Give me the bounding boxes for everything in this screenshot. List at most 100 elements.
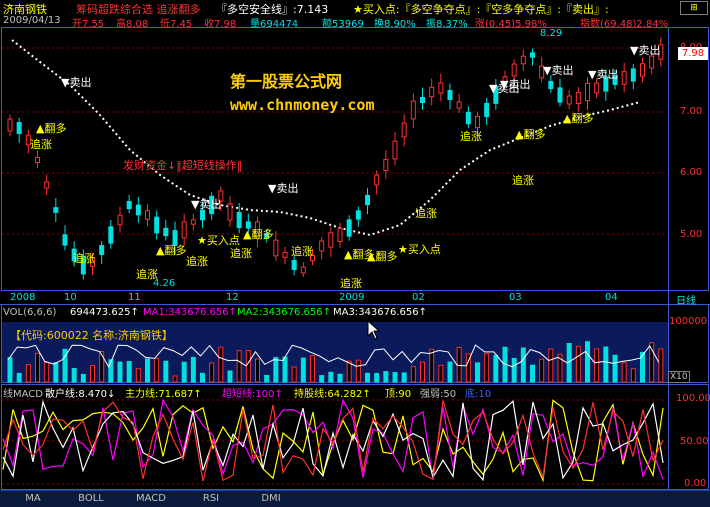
sell-signal: ▼卖出 (268, 182, 299, 195)
volume-bar (7, 357, 13, 383)
period-label[interactable]: 日线 (676, 292, 696, 307)
volume-ma2: MA2:343676.656↑ (237, 307, 332, 318)
candle-body (410, 100, 416, 120)
volume-bar (90, 365, 95, 383)
candle-body (438, 82, 444, 94)
volume-bar (603, 346, 609, 383)
tab-dmi[interactable]: DMI (242, 492, 300, 506)
candle-body (365, 194, 370, 206)
candle-body (145, 210, 150, 220)
candle-body (62, 234, 68, 246)
date-axis-label: 03 (509, 292, 522, 303)
candle-body (355, 210, 361, 220)
volume-bar (53, 362, 59, 383)
flip-long-signal: ▲翻多 (156, 244, 187, 257)
candle-body (190, 219, 196, 225)
flip-long-signal: ▲翻多 (563, 112, 594, 125)
strong-weak-value: 强弱:50 (420, 389, 457, 400)
chase-signal: 追涨 (291, 245, 313, 258)
date-axis-label: 04 (605, 292, 618, 303)
volume-bar (410, 366, 416, 383)
candle-body (484, 102, 490, 118)
sell-signal: ▼卖出 (630, 44, 661, 57)
volume-bar (255, 358, 260, 383)
volume-bar (282, 356, 288, 383)
volume-bar (658, 348, 664, 383)
volume-title: VOL(6,6,6) (3, 307, 57, 318)
volume-bar (539, 358, 545, 383)
holding-line-value: 持股线:64.282↑ (294, 389, 371, 400)
quote-close: 收7.98 (204, 19, 237, 30)
candle-body (117, 214, 123, 226)
volume-bar (429, 348, 435, 383)
volume-bar (245, 350, 251, 383)
volume-bar (511, 357, 517, 383)
volume-bar (200, 372, 205, 383)
volume-bar (80, 373, 86, 383)
quote-turnover: 换8.90% (374, 19, 416, 30)
candle-body (575, 92, 581, 104)
chase-signal: 追涨 (460, 130, 482, 143)
volume-bar (374, 373, 380, 383)
candle-body (328, 232, 334, 248)
volume-bar (227, 370, 233, 383)
candle-body (227, 203, 233, 221)
candle-body (154, 216, 160, 234)
quote-amount: 额53969 (322, 19, 364, 30)
candle-body (135, 204, 141, 216)
tab-rsi[interactable]: RSI (182, 492, 240, 506)
volume-bar (420, 361, 425, 383)
chase-signal: 追涨 (512, 174, 534, 187)
quote-volume: 量694474 (250, 19, 299, 30)
volume-bar (172, 375, 178, 383)
candle-body (383, 159, 389, 171)
flip-long-signal: ▲翻多 (243, 228, 274, 241)
candle-body (181, 221, 187, 239)
candle-body (420, 96, 425, 104)
sell-signal: ▼卖出 (588, 68, 619, 81)
candle-body (630, 68, 636, 82)
volume-bar (475, 362, 480, 383)
quote-low: 低7.45 (160, 19, 193, 30)
candle-body (53, 207, 59, 213)
tab-ma[interactable]: MA (4, 492, 62, 506)
candle-body (99, 245, 105, 255)
mouse-cursor-icon (367, 320, 381, 340)
volume-bar (520, 347, 526, 383)
candle-body (16, 121, 22, 135)
candle-body (429, 86, 435, 98)
volume-bar (236, 350, 242, 383)
watermark-title: 第一股票公式网 (230, 72, 343, 91)
candle-body (392, 140, 398, 160)
expand-icon[interactable]: ⊞ (680, 1, 708, 15)
volume-bar (71, 368, 77, 383)
volume-bar (337, 373, 343, 383)
date-axis-label: 12 (226, 292, 239, 303)
quote-amplitude: 振8.37% (426, 19, 468, 30)
volume-bar (585, 341, 590, 383)
candle-body (594, 82, 600, 94)
volume-bar (621, 362, 627, 383)
volume-bar (273, 357, 279, 383)
retail-line-value: 散户线:8.470↓ (45, 389, 116, 400)
indicator-axis-label: 50.00 (680, 436, 709, 447)
price-axis-label: 7.00 (680, 106, 703, 117)
tab-boll[interactable]: BOLL (62, 492, 120, 506)
volume-bar (438, 364, 444, 383)
chase-signal: 追涨 (73, 252, 95, 265)
candle-body (640, 63, 645, 77)
volume-unit-label: X10 (668, 371, 690, 383)
tab-macd[interactable]: MACD (122, 492, 180, 506)
indicator-name: 线MACD (3, 389, 43, 400)
flip-long-signal: ▲翻多 (367, 250, 398, 263)
stock-code-line: 【代码:600022 名称:济南钢铁】 (10, 329, 173, 342)
volume-bar (530, 364, 535, 383)
volume-bar (548, 348, 554, 383)
volume-bar (154, 357, 160, 383)
main-force-value: 主力线:71.687↑ (125, 389, 202, 400)
volume-bar (126, 361, 132, 383)
chase-signal: 追涨 (186, 255, 208, 268)
flip-long-signal: ▲翻多 (515, 128, 546, 141)
quote-high: 高8.08 (116, 19, 149, 30)
candle-body (530, 52, 535, 58)
